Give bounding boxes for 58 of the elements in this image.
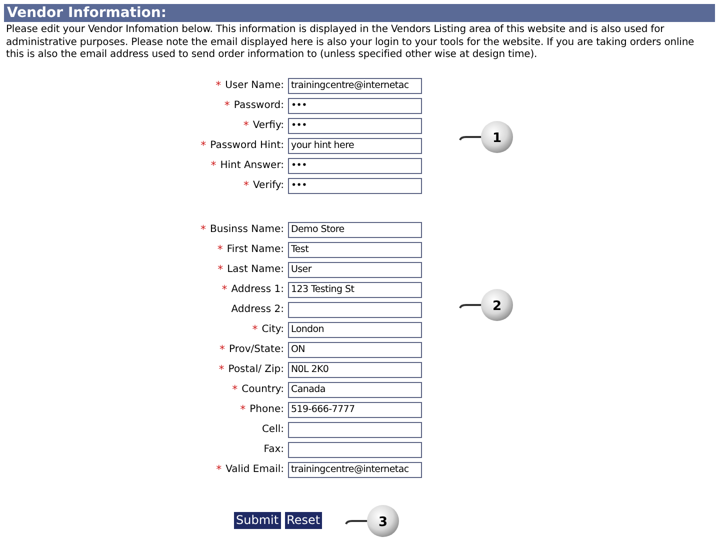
field-label: Cell: (262, 424, 284, 435)
required-mark: * (252, 323, 258, 336)
required-mark: * (218, 363, 224, 376)
field-label: Fax: (264, 444, 284, 455)
input-field[interactable]: Test (288, 242, 422, 258)
intro-paragraph: Please edit your Vendor Infomation below. This information is displayed in the Vendors Listing area of this website and is also used for administrative purposes. Please note the email displayed here is also your login to your tools for the website. If you are taking orders online this is also the email address used to send order information to (unless specified other wise at design time). (6, 24, 696, 62)
field-label: Postal/ Zip: (228, 364, 284, 375)
field-label: Address 2: (231, 304, 284, 315)
input-field[interactable]: N0L 2K0 (288, 362, 422, 378)
field-label: Phone: (250, 404, 284, 415)
required-mark: * (210, 159, 216, 172)
required-mark: * (200, 139, 206, 152)
required-mark: * (243, 119, 249, 132)
field-label: User Name: (225, 80, 284, 91)
input-field[interactable]: trainingcentre@internetac (288, 78, 422, 94)
field-label: City: (262, 324, 284, 335)
input-field[interactable] (288, 302, 422, 318)
submit-button[interactable]: Submit (234, 512, 281, 528)
required-mark: * (218, 263, 224, 276)
input-field[interactable]: ••• (288, 158, 422, 174)
field-label: Prov/State: (229, 344, 284, 355)
input-field[interactable]: ••• (288, 178, 422, 194)
section-header: Vendor Information: (4, 4, 715, 22)
input-field[interactable]: ••• (288, 98, 422, 114)
required-mark: * (232, 383, 238, 396)
field-label: Address 1: (231, 284, 284, 295)
required-mark: * (240, 403, 246, 416)
required-mark: * (220, 343, 225, 356)
input-field[interactable]: User (288, 262, 422, 278)
field-label: Password Hint: (210, 140, 284, 151)
required-mark: * (216, 79, 222, 92)
field-label: Valid Email: (226, 464, 284, 475)
field-label: Businss Name: (210, 224, 284, 235)
field-label: Verify: (252, 180, 284, 191)
required-mark: * (224, 99, 230, 112)
input-field[interactable]: Demo Store (288, 222, 422, 238)
field-label: Last Name: (227, 264, 284, 275)
input-field[interactable]: 123 Testing St (288, 282, 422, 298)
required-mark: * (243, 179, 249, 192)
input-field[interactable]: London (288, 322, 422, 338)
reset-button[interactable]: Reset (284, 512, 322, 528)
required-mark: * (217, 243, 223, 256)
field-label: Verfiy: (252, 120, 284, 131)
input-field[interactable]: trainingcentre@internetac (288, 462, 422, 478)
input-field[interactable]: Canada (288, 382, 422, 398)
required-mark: * (222, 283, 228, 296)
field-label: First Name: (226, 244, 284, 255)
input-field[interactable]: ••• (288, 118, 422, 134)
required-mark: * (216, 463, 222, 476)
input-field[interactable]: ON (288, 342, 422, 358)
field-label: Hint Answer: (220, 160, 284, 171)
required-mark: * (200, 223, 206, 236)
field-label: Country: (242, 384, 284, 395)
input-field[interactable]: your hint here (288, 138, 422, 154)
input-field[interactable] (288, 442, 422, 458)
input-field[interactable]: 519-666-7777 (288, 402, 422, 418)
field-label: Password: (234, 100, 284, 111)
input-field[interactable] (288, 422, 422, 438)
